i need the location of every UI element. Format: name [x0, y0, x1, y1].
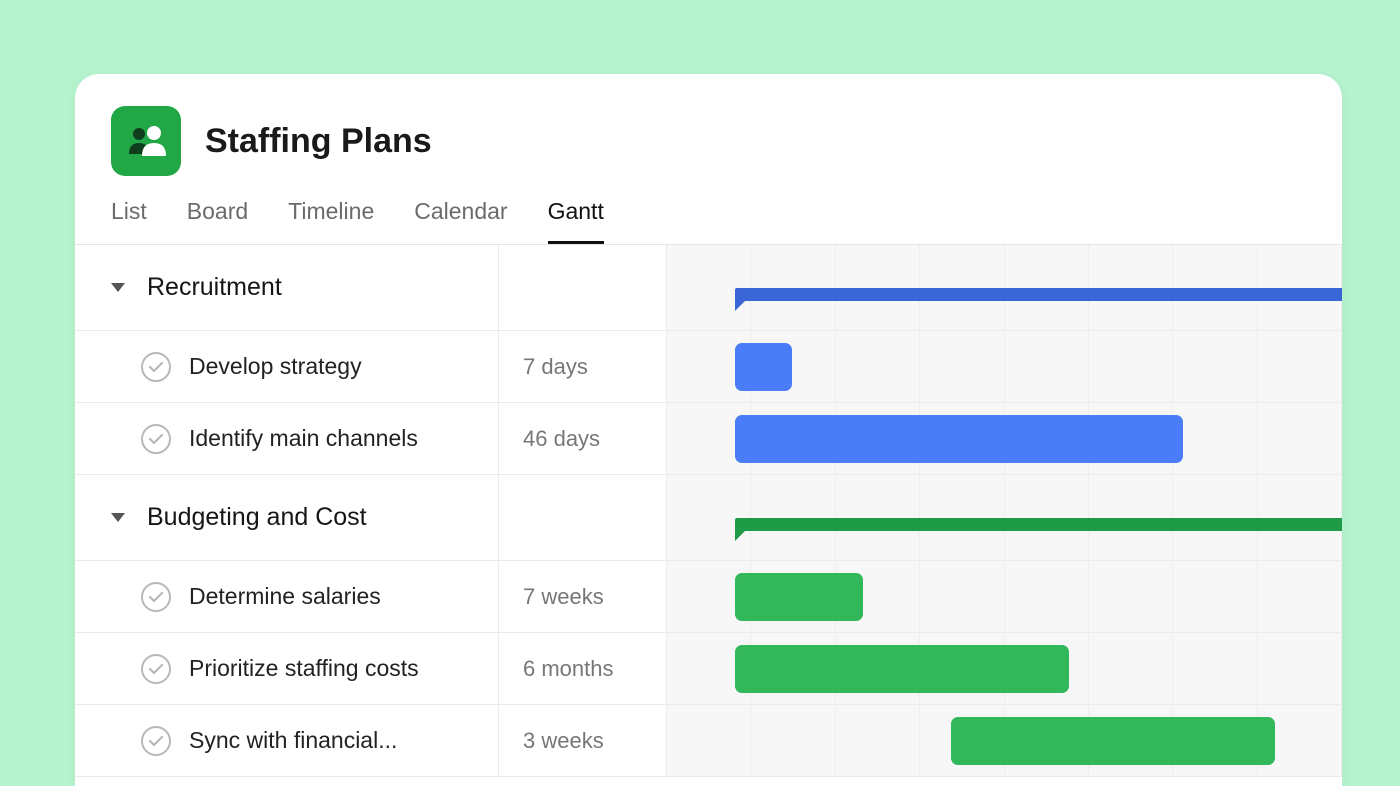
check-circle-icon[interactable]	[141, 582, 171, 612]
task-bar[interactable]	[735, 645, 1069, 693]
project-people-icon	[111, 106, 181, 176]
check-circle-icon[interactable]	[141, 654, 171, 684]
project-title: Staffing Plans	[205, 122, 432, 161]
group-row[interactable]: Budgeting and Cost	[75, 475, 1342, 561]
group-duration-cell	[499, 245, 667, 330]
project-header: Staffing Plans	[75, 74, 1342, 190]
group-timeline-cell	[667, 475, 1342, 560]
group-summary-bar[interactable]	[735, 518, 1343, 531]
task-row[interactable]: Develop strategy 7 days	[75, 331, 1342, 403]
task-duration: 46 days	[499, 403, 667, 474]
task-row[interactable]: Prioritize staffing costs 6 months	[75, 633, 1342, 705]
view-tabs: List Board Timeline Calendar Gantt	[75, 190, 1342, 245]
task-timeline-cell	[667, 633, 1342, 704]
task-title: Prioritize staffing costs	[189, 655, 419, 682]
task-bar[interactable]	[735, 415, 1184, 463]
task-timeline-cell	[667, 705, 1342, 776]
tab-gantt[interactable]: Gantt	[548, 190, 604, 244]
tab-calendar[interactable]: Calendar	[414, 190, 507, 244]
task-timeline-cell	[667, 561, 1342, 632]
group-timeline-cell	[667, 245, 1342, 330]
project-panel: Staffing Plans List Board Timeline Calen…	[75, 74, 1342, 786]
chevron-down-icon	[111, 283, 125, 292]
task-title: Identify main channels	[189, 425, 418, 452]
task-timeline-cell	[667, 331, 1342, 402]
task-duration: 7 days	[499, 331, 667, 402]
check-circle-icon[interactable]	[141, 726, 171, 756]
task-row[interactable]: Sync with financial... 3 weeks	[75, 705, 1342, 777]
group-title: Recruitment	[147, 273, 282, 302]
group-row[interactable]: Recruitment	[75, 245, 1342, 331]
group-title: Budgeting and Cost	[147, 503, 367, 532]
task-duration: 3 weeks	[499, 705, 667, 776]
task-cell[interactable]: Prioritize staffing costs	[75, 633, 499, 704]
group-duration-cell	[499, 475, 667, 560]
task-bar[interactable]	[735, 343, 792, 391]
task-title: Develop strategy	[189, 353, 362, 380]
group-summary-bar[interactable]	[735, 288, 1343, 301]
task-timeline-cell	[667, 403, 1342, 474]
task-cell[interactable]: Sync with financial...	[75, 705, 499, 776]
check-circle-icon[interactable]	[141, 352, 171, 382]
gantt-chart: RecruitmentDevelop strategy7 daysIdentif…	[75, 245, 1342, 761]
task-duration: 7 weeks	[499, 561, 667, 632]
group-header[interactable]: Budgeting and Cost	[75, 475, 499, 560]
task-duration: 6 months	[499, 633, 667, 704]
tab-list[interactable]: List	[111, 190, 147, 244]
task-title: Sync with financial...	[189, 727, 397, 754]
task-title: Determine salaries	[189, 583, 381, 610]
tab-timeline[interactable]: Timeline	[288, 190, 374, 244]
check-circle-icon[interactable]	[141, 424, 171, 454]
group-header[interactable]: Recruitment	[75, 245, 499, 330]
task-cell[interactable]: Determine salaries	[75, 561, 499, 632]
task-bar[interactable]	[735, 573, 863, 621]
task-row[interactable]: Identify main channels 46 days	[75, 403, 1342, 475]
task-bar[interactable]	[951, 717, 1275, 765]
task-cell[interactable]: Identify main channels	[75, 403, 499, 474]
chevron-down-icon	[111, 513, 125, 522]
task-row[interactable]: Determine salaries 7 weeks	[75, 561, 1342, 633]
tab-board[interactable]: Board	[187, 190, 248, 244]
task-cell[interactable]: Develop strategy	[75, 331, 499, 402]
